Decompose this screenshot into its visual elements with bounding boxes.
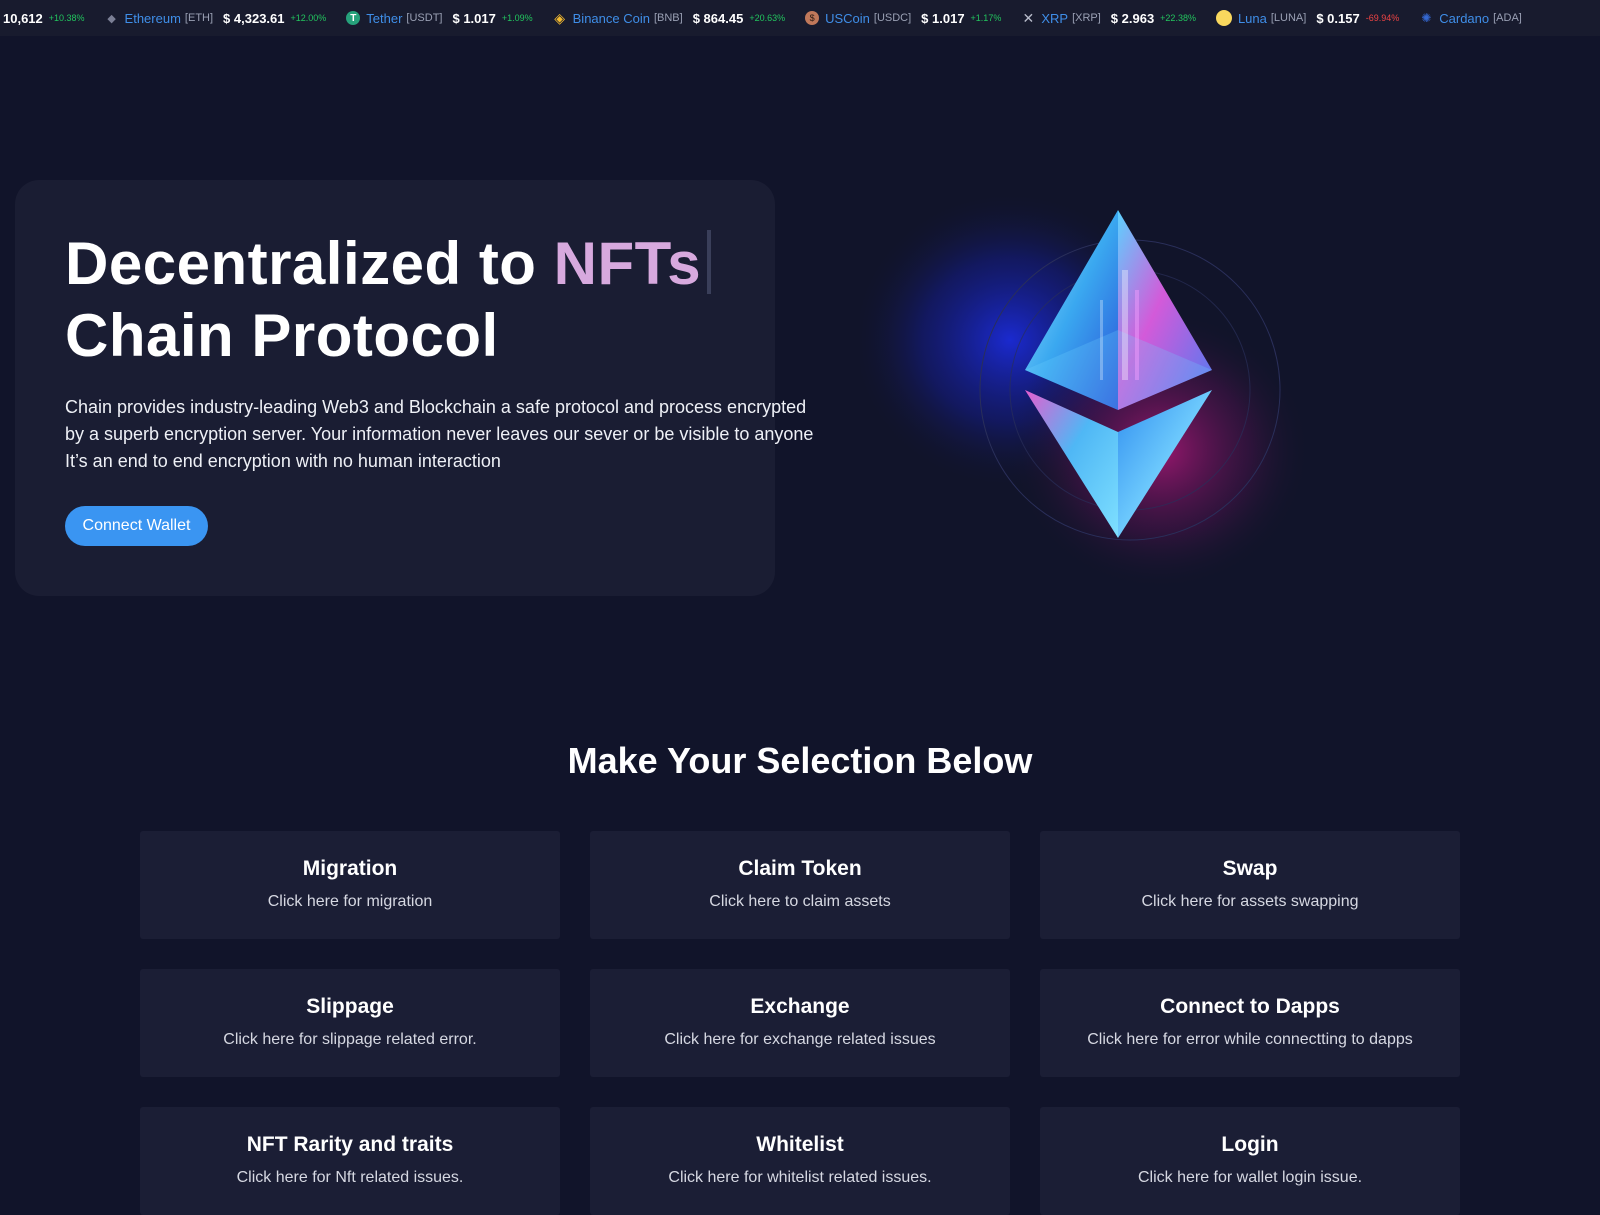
coin-price: $ 0.157 [1316,10,1360,26]
card-subtitle: Click here to claim assets [709,893,891,910]
ticker-first-price: 10,612 [3,10,43,26]
coin-symbol: [XRP] [1072,12,1101,24]
card-slippage[interactable]: Slippage Click here for slippage related… [140,969,560,1077]
ticker-item-luna[interactable]: Luna [LUNA] $ 0.157 -69.94% [1215,10,1400,26]
section-title: Make Your Selection Below [567,740,1033,781]
hero-description-line1: Chain provides industry-leading Web3 and… [65,397,807,417]
ticker-item-cardano[interactable]: ✺ Cardano [ADA] [1419,11,1532,26]
card-swap[interactable]: Swap Click here for assets swapping [1040,831,1460,939]
coin-price: $ 1.017 [921,10,965,26]
coin-name: Cardano [1439,10,1490,26]
card-whitelist[interactable]: Whitelist Click here for whitelist relat… [590,1107,1010,1215]
card-subtitle: Click here for slippage related error. [223,1031,477,1048]
coin-name: XRP [1041,10,1069,26]
card-subtitle: Click here for whitelist related issues. [668,1169,932,1186]
price-ticker: 10,612 +10.38% ◆ Ethereum [ETH] $ 4,323.… [0,0,1600,36]
xrp-icon: ✕ [1022,9,1035,26]
coin-name: Ethereum [124,10,181,26]
coin-change: +1.17% [970,13,1002,23]
card-connect-to-dapps[interactable]: Connect to Dapps Click here for error wh… [1040,969,1460,1077]
hero-description-line2: by a superb encryption server. Your info… [65,424,814,444]
ticker-first-change: +10.38% [48,13,85,23]
coin-change: +1.09% [501,13,533,23]
ticker-item-uscoin[interactable]: $ USCoin [USDC] $ 1.017 +1.17% [805,11,1001,26]
card-subtitle: Click here for error while connectting t… [1087,1031,1413,1048]
coin-change: +20.63% [749,13,786,23]
ethereum-crystal-image [860,190,1310,590]
ticker-item-xrp[interactable]: ✕ XRP [XRP] $ 2.963 +22.38% [1021,9,1196,26]
ethereum-icon: ◆ [107,12,116,25]
card-title: Migration [302,857,398,880]
card-title: Login [1221,1133,1279,1156]
card-subtitle: Click here for assets swapping [1141,893,1359,910]
selection-grid: Migration Click here for migration Claim… [140,831,1460,1215]
hero-description: Chain provides industry-leading Web3 and… [65,394,825,475]
coin-price: $ 2.963 [1110,10,1155,26]
coin-change: +12.00% [290,13,327,23]
coin-symbol: [USDC] [873,12,912,24]
tether-icon: T [346,11,361,25]
coin-price: $ 4,323.61 [223,10,285,26]
hero-title-line2: Chain Protocol [65,302,499,369]
hero-title-prefix: Decentralized to [65,230,537,297]
card-title: NFT Rarity and traits [246,1133,454,1156]
card-login[interactable]: Login Click here for wallet login issue. [1040,1107,1460,1215]
ticker-item-tether[interactable]: T Tether [USDT] $ 1.017 +1.09% [346,10,533,26]
coin-symbol: [BNB] [653,12,683,24]
card-title: Claim Token [738,857,862,880]
card-title: Connect to Dapps [1160,995,1340,1018]
usdc-icon: $ [805,11,820,25]
coin-price: $ 1.017 [452,10,496,26]
card-subtitle: Click here for wallet login issue. [1137,1169,1363,1186]
card-nft-rarity[interactable]: NFT Rarity and traits Click here for Nft… [140,1107,560,1215]
hero-description-line3: It’s an end to end encryption with no hu… [65,451,501,471]
card-title: Exchange [750,995,850,1018]
card-title: Slippage [306,995,394,1018]
card-migration[interactable]: Migration Click here for migration [140,831,560,939]
ticker-item-ethereum[interactable]: ◆ Ethereum [ETH] $ 4,323.61 +12.00% [105,10,327,26]
coin-price: $ 864.45 [692,10,744,26]
card-exchange[interactable]: Exchange Click here for exchange related… [590,969,1010,1077]
coin-name: Luna [1237,10,1267,26]
connect-wallet-button[interactable]: Connect Wallet [65,506,208,546]
hero-title: Decentralized to NFTs Chain Protocol [65,228,712,372]
ticker-item-binance[interactable]: ◈ Binance Coin [BNB] $ 864.45 +20.63% [553,9,786,26]
coin-name: Binance Coin [572,10,650,26]
coin-symbol: [LUNA] [1270,12,1307,24]
coin-change: -69.94% [1365,13,1400,23]
luna-icon [1215,10,1232,26]
card-subtitle: Click here for Nft related issues. [236,1169,464,1186]
card-subtitle: Click here for migration [267,893,433,910]
coin-symbol: [USDT] [406,12,443,24]
typing-cursor [707,230,712,294]
cardano-icon: ✺ [1421,11,1432,25]
card-subtitle: Click here for exchange related issues [664,1031,936,1048]
card-claim-token[interactable]: Claim Token Click here to claim assets [590,831,1010,939]
hero-title-accent: NFTs [553,230,702,297]
coin-name: USCoin [825,10,870,26]
coin-name: Tether [366,10,403,26]
card-title: Whitelist [756,1133,844,1156]
coin-symbol: [ETH] [184,12,214,24]
card-title: Swap [1222,857,1278,880]
coin-symbol: [ADA] [1493,12,1522,24]
coin-change: +22.38% [1160,13,1196,23]
binance-icon: ◈ [554,9,566,26]
